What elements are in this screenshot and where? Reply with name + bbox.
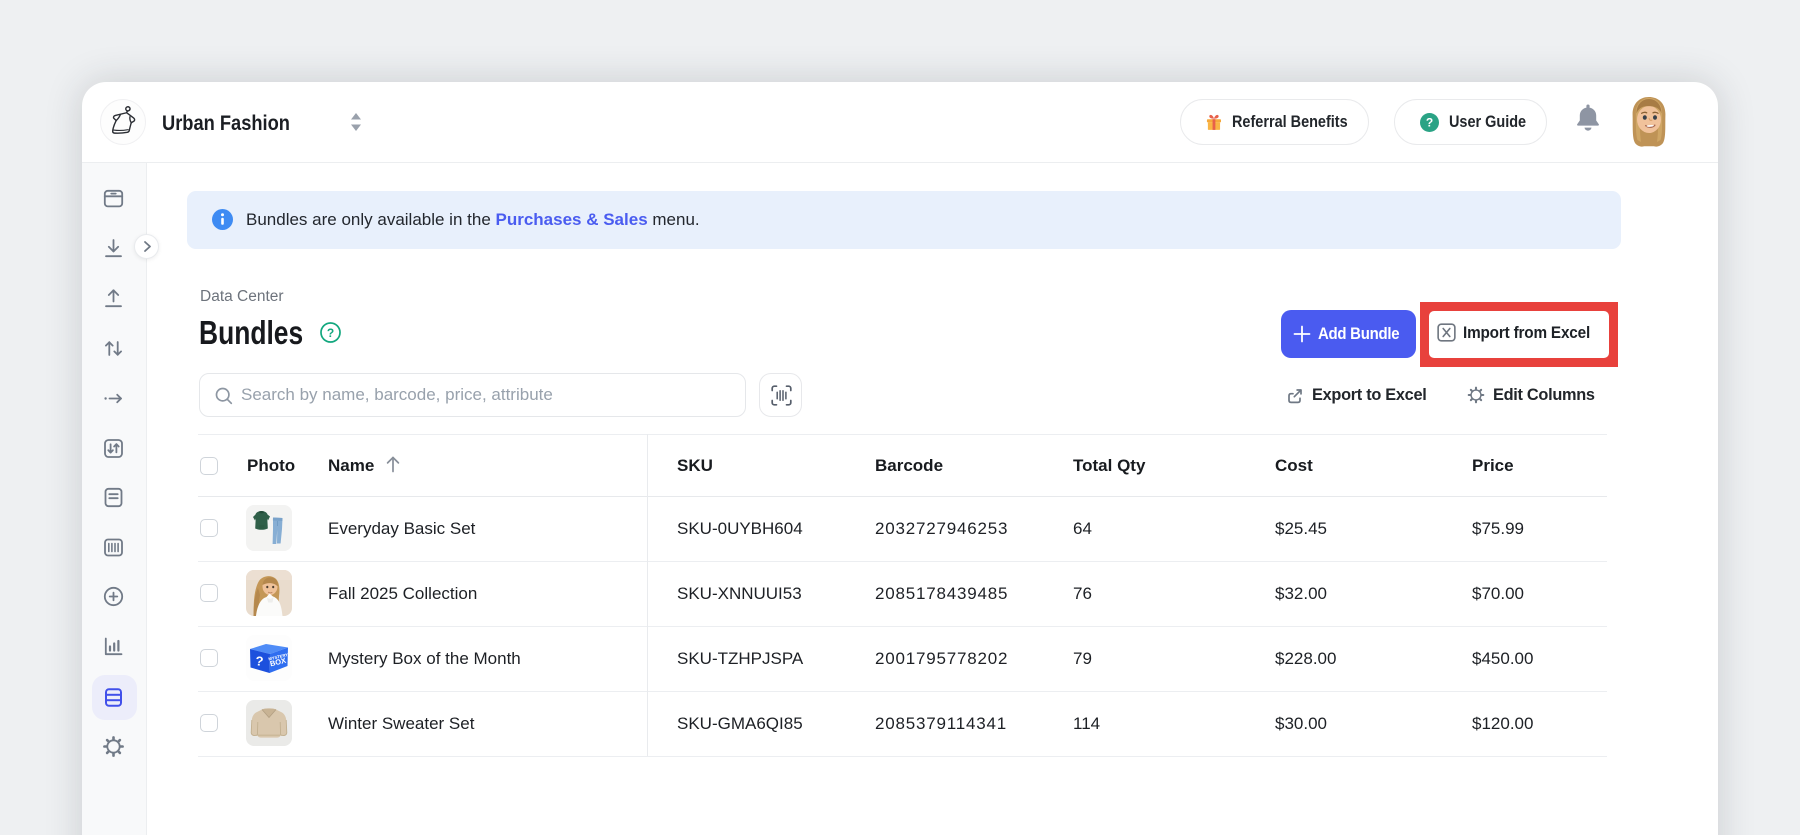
svg-text:?: ?	[327, 326, 334, 340]
svg-text:?: ?	[255, 653, 265, 669]
svg-text:?: ?	[1426, 115, 1433, 129]
